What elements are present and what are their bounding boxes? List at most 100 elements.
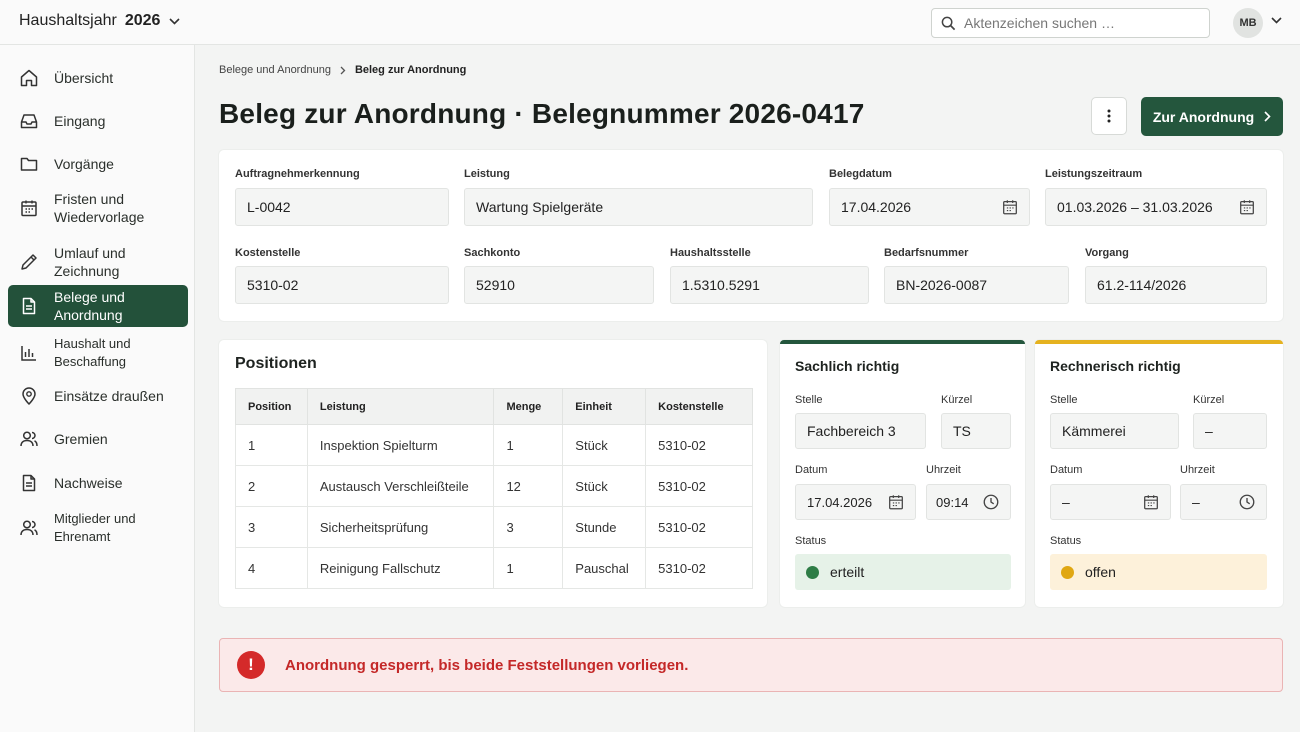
rechnerisch-datum-field[interactable]: – [1050,484,1171,520]
leistungszeitraum-field[interactable]: 01.03.2026 – 31.03.2026 [1045,188,1267,226]
sachlich-kuerzel-field[interactable]: TS [941,413,1011,449]
sidebar-item-nachweise[interactable]: Nachweise [8,464,188,502]
avatar[interactable]: MB [1233,8,1263,38]
column-header[interactable]: Kostenstelle [645,388,753,425]
rechnerisch-status-label: Status [1050,535,1082,547]
rechnerisch-uhrzeit-field[interactable]: – [1180,484,1267,520]
sachlich-title: Sachlich richtig [795,358,900,374]
rechnerisch-stelle-field[interactable]: Kämmerei [1050,413,1179,449]
rechnerisch-accent-bar [1035,340,1283,344]
rechnerisch-datum-label: Datum [1050,464,1083,476]
rechnerisch-title: Rechnerisch richtig [1050,358,1181,374]
sidebar-item-label: Einsätze draußen [54,388,164,404]
sidebar-item-label: Mitglieder und Ehrenamt [54,511,136,544]
top-bar: Haushaltsjahr 2026 MB [0,0,1300,45]
sachlich-stelle-field[interactable]: Fachbereich 3 [795,413,926,449]
sidebar-item-gremien[interactable]: Gremien [8,420,188,458]
leistung-field[interactable]: Wartung Spielgeräte [464,188,813,226]
sachlich-datum-label: Datum [795,464,828,476]
sachlich-stelle-value: Fachbereich 3 [807,423,896,439]
sidebar-item-haushalt[interactable]: Haushalt und Beschaffung [8,334,188,372]
search-box[interactable] [931,8,1210,38]
sidebar-item-belege[interactable]: Belege und Anordnung [8,285,188,327]
fiscal-year-selector[interactable]: Haushaltsjahr 2026 [19,12,180,30]
sidebar-item-label: Gremien [54,431,108,447]
vorgang-field[interactable]: 61.2-114/2026 [1085,266,1267,304]
table-row[interactable]: 1 Inspektion Spielturm 1 Stück 5310-02 [235,424,753,466]
bedarfsnummer-label: Bedarfsnummer [884,247,969,259]
sidebar-item-label: Nachweise [54,475,123,491]
bedarfsnummer-value: BN-2026-0087 [896,277,988,293]
users-icon [19,429,39,449]
breadcrumb-current: Beleg zur Anordnung [354,64,467,76]
positions-table: Position Leistung Menge Einheit Kostenst… [235,388,753,589]
more-actions-button[interactable] [1091,97,1127,135]
sidebar-item-eingang[interactable]: Eingang [8,102,188,140]
sachlich-uhrzeit-field[interactable]: 09:14 [926,484,1011,520]
table-cell: Stunde [562,506,647,548]
sidebar-item-mitglieder[interactable]: Mitglieder und Ehrenamt [8,509,188,547]
zur-anordnung-button[interactable]: Zur Anordnung [1141,97,1283,136]
sachkonto-field[interactable]: 52910 [464,266,654,304]
vorgang-value: 61.2-114/2026 [1097,277,1187,293]
rechnerisch-kuerzel-field[interactable]: – [1193,413,1267,449]
sidebar-item-vorgaenge[interactable]: Vorgänge [8,145,188,183]
chevron-down-icon[interactable] [1271,17,1282,24]
leistung-label: Leistung [464,168,510,180]
table-cell: Austausch Verschleißteile [306,465,495,507]
sachlich-status-label: Status [795,535,827,547]
table-row[interactable]: 3 Sicherheitsprüfung 3 Stunde 5310-02 [235,506,753,548]
breadcrumb: Belege und Anordnung Beleg zur Anordnung [219,64,466,76]
sidebar-item-label: Fristen und Wiedervorlage [54,191,145,225]
rechnerisch-uhrzeit-label: Uhrzeit [1180,464,1215,476]
auftragnehmer-field[interactable]: L-0042 [235,188,449,226]
haushaltsstelle-field[interactable]: 1.5310.5291 [670,266,869,304]
folder-icon [19,154,39,174]
clock-icon[interactable] [1238,493,1256,511]
table-cell: 5310-02 [645,465,753,507]
rechnerisch-status-value: offen [1085,564,1116,580]
table-cell: Inspektion Spielturm [306,424,495,466]
kostenstelle-label: Kostenstelle [235,247,301,259]
haushaltsstelle-label: Haushaltsstelle [670,247,751,259]
sachlich-datum-field[interactable]: 17.04.2026 [795,484,916,520]
sachlich-kuerzel-value: TS [953,423,971,439]
column-header[interactable]: Leistung [306,388,495,425]
sidebar-item-einsaetze[interactable]: Einsätze draußen [8,377,188,415]
document-icon [19,473,39,493]
breadcrumb-parent-link[interactable]: Belege und Anordnung [219,64,331,76]
column-header[interactable]: Position [235,388,308,425]
belegdatum-value: 17.04.2026 [841,199,912,215]
sidebar: Übersicht Eingang Vorgänge Fristen und W… [0,45,195,732]
table-header-row: Position Leistung Menge Einheit Kostenst… [235,388,753,425]
clock-icon[interactable] [982,493,1000,511]
inbox-icon [19,111,39,131]
sidebar-item-label: Umlauf und Zeichnung [54,245,126,279]
belegdatum-field[interactable]: 17.04.2026 [829,188,1030,226]
sidebar-item-label: Eingang [54,113,106,129]
table-row[interactable]: 2 Austausch Verschleißteile 12 Stück 531… [235,465,753,507]
kostenstelle-field[interactable]: 5310-02 [235,266,449,304]
calendar-icon[interactable] [1238,198,1256,216]
column-header[interactable]: Einheit [562,388,647,425]
table-cell: 2 [235,465,308,507]
document-icon [19,296,39,316]
calendar-icon[interactable] [1001,198,1019,216]
chevron-right-icon [340,66,346,75]
calendar-icon[interactable] [887,493,905,511]
table-row[interactable]: 4 Reinigung Fallschutz 1 Pauschal 5310-0… [235,547,753,589]
zur-anordnung-label: Zur Anordnung [1152,108,1255,125]
search-input[interactable] [964,15,1194,31]
calendar-icon[interactable] [1142,493,1160,511]
sidebar-item-uebersicht[interactable]: Übersicht [8,59,188,97]
table-cell: 1 [493,547,564,589]
table-cell: Pauschal [562,547,647,589]
auftragnehmer-value: L-0042 [247,199,291,215]
bedarfsnummer-field[interactable]: BN-2026-0087 [884,266,1069,304]
vorgang-label: Vorgang [1085,247,1129,259]
table-cell: 12 [493,465,564,507]
sidebar-item-fristen[interactable]: Fristen und Wiedervorlage [8,188,188,228]
sidebar-item-umlauf[interactable]: Umlauf und Zeichnung [8,243,188,281]
column-header[interactable]: Menge [493,388,564,425]
page-title: Beleg zur Anordnung · Belegnummer 2026-0… [219,98,865,129]
